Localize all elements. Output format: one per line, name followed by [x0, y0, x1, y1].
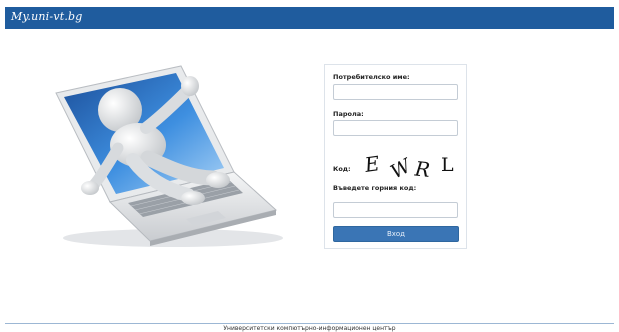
captcha-char: W: [387, 154, 416, 179]
laptop-figure-illustration: [55, 65, 283, 247]
captcha-char: R: [413, 156, 431, 179]
captcha-label: Код:: [333, 165, 351, 173]
top-header-bar: My.uni-vt.bg: [5, 7, 614, 29]
username-field[interactable]: [333, 84, 458, 100]
username-label: Потребителско име:: [333, 73, 410, 81]
site-logo[interactable]: My.uni-vt.bg: [11, 10, 83, 23]
captcha-field[interactable]: [333, 202, 458, 218]
captcha-input-label: Въведете горния код:: [333, 184, 417, 192]
captcha-image: E W R L: [362, 151, 454, 179]
login-form: Потребителско име: Парола: Код: E W R L …: [324, 64, 467, 249]
password-label: Парола:: [333, 110, 364, 118]
login-button[interactable]: Вход: [333, 226, 459, 242]
captcha-char: E: [362, 151, 381, 177]
captcha-char: L: [441, 154, 454, 176]
password-field[interactable]: [333, 120, 458, 136]
footer-divider: [5, 323, 614, 324]
